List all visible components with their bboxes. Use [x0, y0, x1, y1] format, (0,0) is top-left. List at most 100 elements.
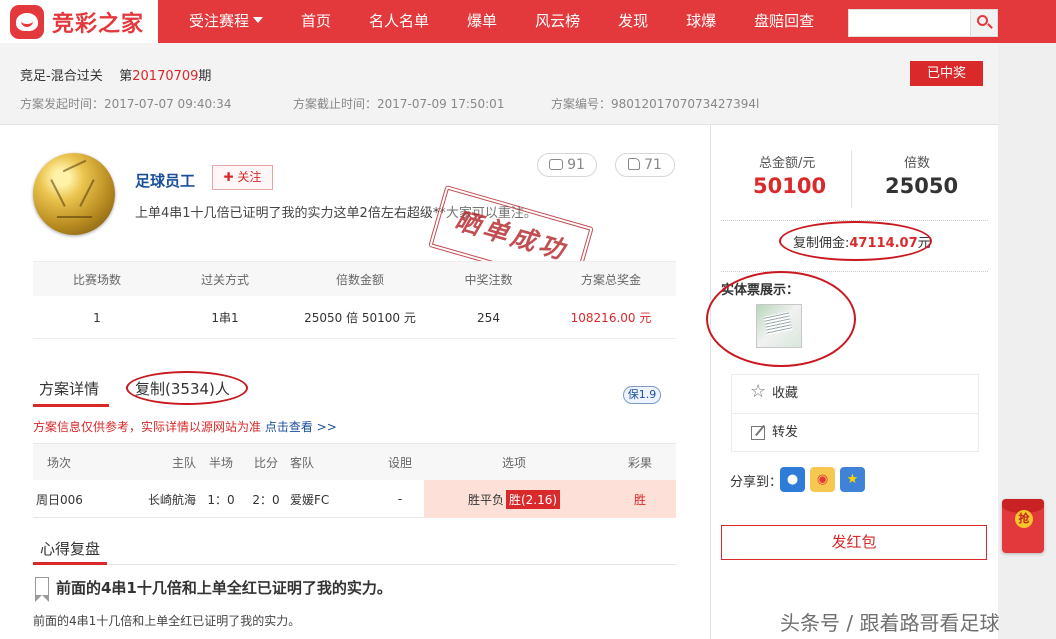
tab-plan-detail[interactable]: 方案详情: [39, 378, 99, 399]
author-name[interactable]: 足球员工: [135, 170, 195, 191]
match-header-result: 彩果: [627, 455, 652, 470]
brand-name: 竞彩之家: [52, 11, 145, 37]
floating-red-packet[interactable]: 抢: [1002, 499, 1044, 553]
winning-bets-value: 254: [477, 310, 500, 325]
plan-number: 方案编号：9801201707073427394l: [551, 97, 760, 111]
main-nav: 受注赛程 首页 名人名单 爆单 风云榜 发现 球爆 盘赔回查: [170, 0, 833, 43]
option-type: 胜平负: [467, 492, 504, 507]
amount-summary: 总金额/元 50100 倍数 25050: [721, 145, 988, 227]
active-tab-indicator: [33, 404, 109, 407]
review-section-indicator: [33, 562, 107, 565]
match-count-value: 1: [93, 310, 101, 325]
brand-logo[interactable]: 竞彩之家: [0, 0, 158, 43]
insurance-badge: 保1.9: [623, 386, 661, 404]
review-article-title: 前面的4串1十几倍和上单全红已证明了我的实力。: [56, 579, 392, 597]
plan-type: 竞足-混合过关: [20, 69, 103, 84]
search-icon-handle: [987, 23, 993, 29]
search-box: [848, 9, 998, 37]
selected-options: 胜平负 胜(2.16): [424, 480, 604, 518]
commission-label: 复制佣金:: [793, 236, 850, 251]
away-team: 爱媛FC: [290, 492, 330, 507]
favorite-button[interactable]: ☆ 收藏: [732, 375, 978, 413]
brand-logo-icon: [10, 4, 44, 39]
qq-share-icon[interactable]: ●: [780, 467, 805, 492]
thumb-up-icon: [628, 158, 641, 170]
column-divider: [710, 125, 711, 639]
match-header-options: 选项: [501, 455, 526, 470]
football-seam: [62, 159, 87, 173]
match-header-row: 场次 主队 半场 比分 客队 设胆 选项 彩果: [33, 444, 676, 480]
won-status-badge: 已中奖: [910, 61, 983, 86]
plan-tabs: 方案详情 复制(3534)人 保1.9: [33, 368, 676, 408]
total-amount-label: 总金额/元: [759, 156, 816, 171]
watermark: 头条号 / 跟着路哥看足球: [780, 611, 1000, 635]
chevron-down-icon: [253, 17, 264, 28]
forward-label: 转发: [772, 425, 799, 440]
match-id: 周日006: [36, 492, 83, 507]
ticket-thumbnail[interactable]: [756, 304, 802, 348]
weibo-share-icon[interactable]: ◉: [810, 467, 835, 492]
view-source-link[interactable]: 点击查看 >>: [265, 420, 337, 434]
plan-main-panel: 足球员工 ✚ 关注 91 71 上单4串1十几倍已证明了我的实力这单2倍左右超级…: [0, 125, 998, 639]
nav-item-hot[interactable]: 爆单: [448, 0, 516, 43]
plan-summary-sidebar: 总金额/元 50100 倍数 25050 复制佣金:47114.07元 实体票展…: [721, 125, 998, 639]
user-avatar[interactable]: [33, 153, 115, 235]
review-section-title: 心得复盘: [40, 540, 101, 558]
nav-item-home[interactable]: 首页: [282, 0, 350, 43]
top-navigation-bar: 竞彩之家 受注赛程 首页 名人名单 爆单 风云榜 发现 球爆 盘赔回查: [0, 0, 1056, 43]
forward-button[interactable]: 转发: [732, 413, 978, 451]
full-score: 2：0: [252, 492, 280, 507]
send-red-packet-button[interactable]: 发红包: [721, 525, 987, 560]
plus-icon: ✚: [223, 170, 238, 184]
stats-header-total-prize: 方案总奖金: [580, 272, 641, 287]
commission-value: 47114.07: [849, 236, 918, 251]
grab-coin-icon: 抢: [1015, 510, 1033, 528]
bookmark-icon: [35, 577, 49, 602]
issue-number: 20170709: [132, 69, 199, 84]
follow-button[interactable]: ✚ 关注: [212, 165, 273, 190]
stats-header-pass-type: 过关方式: [200, 272, 249, 287]
like-button[interactable]: 71: [615, 153, 675, 177]
plan-end-time: 方案截止时间：2017-07-09 17:50:01: [293, 97, 505, 111]
football-seam: [79, 179, 95, 207]
comment-icon: [549, 159, 564, 170]
pass-type-value: 1串1: [211, 311, 239, 325]
nav-item-rankings[interactable]: 风云榜: [516, 0, 599, 43]
qzone-share-icon[interactable]: ★: [840, 467, 865, 492]
summary-separator: [851, 150, 852, 208]
stats-data-row: 1 1串1 25050 倍 50100 元 254 108216.00 元: [33, 296, 676, 339]
issue-suffix: 期: [198, 69, 212, 84]
nav-item-discover[interactable]: 发现: [599, 0, 667, 43]
nav-item-schedule[interactable]: 受注赛程: [170, 0, 282, 43]
plan-detail-column: 足球员工 ✚ 关注 91 71 上单4串1十几倍已证明了我的实力这单2倍左右超级…: [0, 125, 710, 639]
stats-header-row: 比赛场数 过关方式 倍数金额 中奖注数 方案总奖金: [33, 262, 676, 296]
selected-odd: 胜(2.16): [505, 489, 561, 509]
match-header-banker: 设胆: [387, 455, 412, 470]
commission-unit: 元: [917, 236, 931, 251]
ticket-title: 实体票展示：: [721, 283, 800, 298]
match-header-half: 半场: [208, 455, 233, 470]
plan-start-time: 方案发起时间：2017-07-07 09:40:34: [20, 97, 232, 111]
home-team: 长崎航海: [147, 492, 196, 507]
match-header-away: 客队: [290, 455, 315, 470]
total-prize-value: 108216.00 元: [570, 311, 652, 325]
search-input[interactable]: [849, 10, 971, 36]
stats-header-match-count: 比赛场数: [72, 272, 121, 287]
share-label: 分享到：: [730, 475, 783, 490]
football-seam: [57, 216, 92, 218]
tab-copy-count[interactable]: 复制(3534)人: [135, 378, 230, 399]
copy-commission: 复制佣金:47114.07元: [793, 232, 931, 251]
nav-label-schedule: 受注赛程: [189, 12, 250, 30]
nav-item-celebrity[interactable]: 名人名单: [350, 0, 448, 43]
stats-header-winning-bets: 中奖注数: [464, 272, 513, 287]
follow-label: 关注: [237, 170, 262, 184]
nav-item-ball[interactable]: 球爆: [667, 0, 735, 43]
star-icon: ☆: [750, 381, 767, 402]
multiple-value: 25050: [885, 174, 959, 198]
nav-item-odds-review[interactable]: 盘赔回查: [735, 0, 833, 43]
search-button[interactable]: [970, 10, 997, 36]
plan-issue: 竞足-混合过关 第20170709期: [20, 65, 211, 84]
dotted-divider: [721, 220, 988, 221]
source-tip-text: 方案信息仅供参考，实际详情以源网站为准: [33, 420, 265, 434]
comments-button[interactable]: 91: [537, 153, 597, 177]
